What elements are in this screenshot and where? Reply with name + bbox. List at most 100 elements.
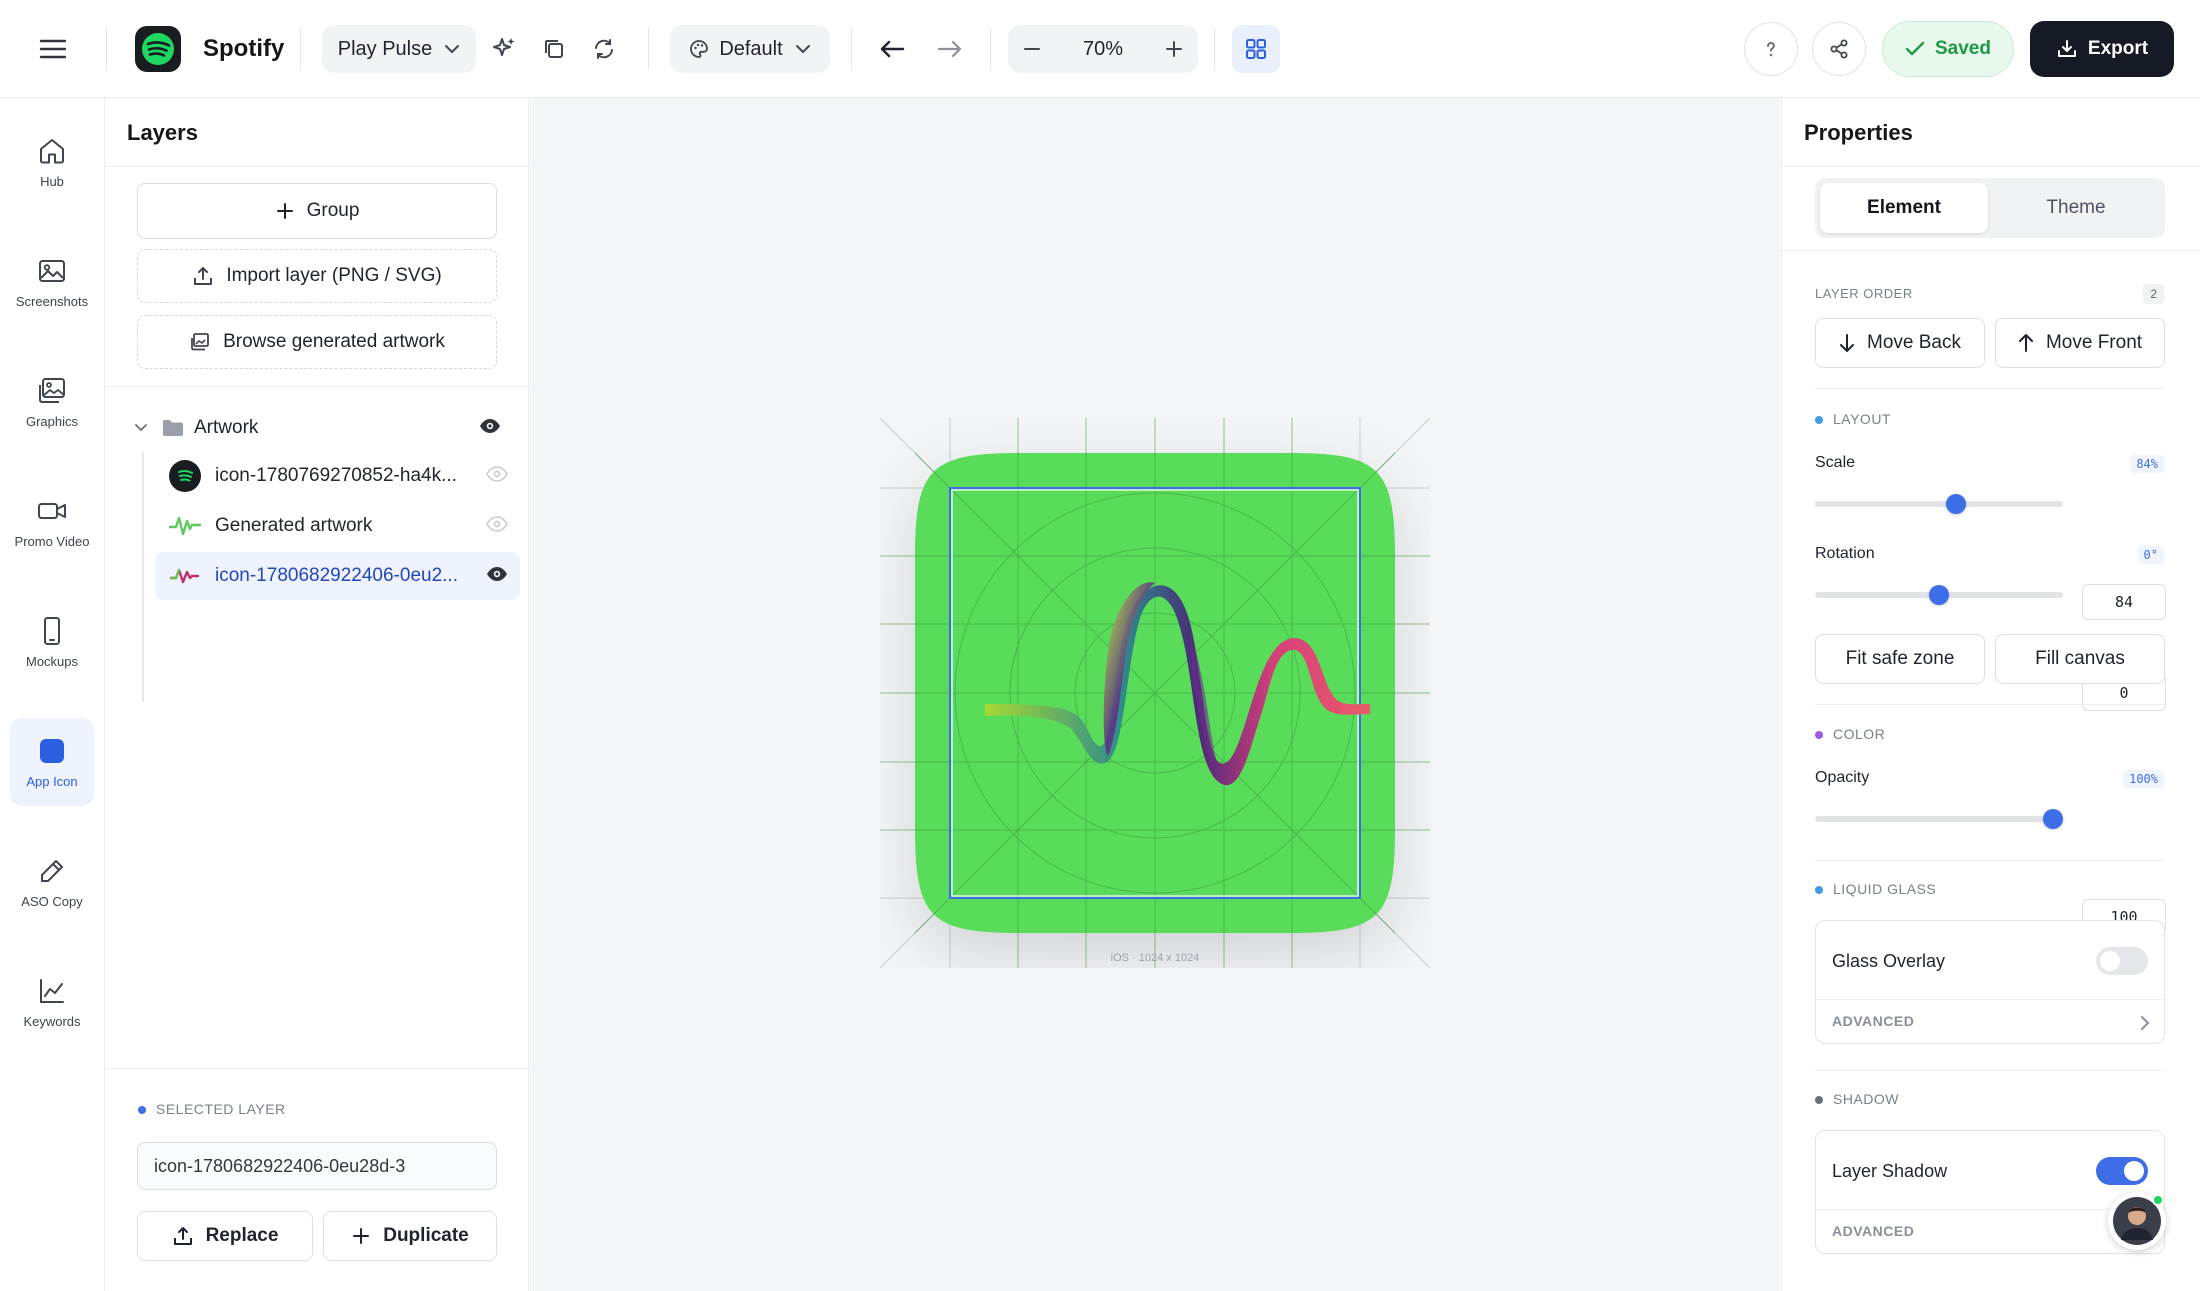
liquid-glass-label: LIQUID GLASS [1833,881,1937,897]
layer-row-selected[interactable]: icon-1780682922406-0eu2... [155,552,520,600]
glass-overlay-toggle[interactable] [2096,947,2148,975]
toggle-knob [2124,1161,2144,1181]
canvas-caption: iOS · 1024 x 1024 [1111,952,1200,964]
rotation-label: Rotation [1815,545,1875,562]
nav-label: Promo Video [14,533,90,549]
check-icon [1905,41,1925,57]
export-label: Export [2087,38,2149,59]
eye-hidden-icon[interactable] [486,516,508,532]
scale-label: Scale [1815,454,1856,471]
import-layer-button[interactable]: Import layer (PNG / SVG) [137,249,497,303]
advanced-label[interactable]: ADVANCED [1832,1013,1914,1029]
eye-icon[interactable] [486,566,508,582]
move-front-label: Move Front [2045,332,2143,353]
properties-title: Properties [1804,120,1913,145]
project-select[interactable]: Play Pulse [322,25,476,73]
layer-row[interactable]: icon-1780769270852-ha4k... [155,452,520,500]
icon-guides [880,418,1430,968]
redo-arrow-icon[interactable] [924,23,976,75]
layer-name: icon-1780769270852-ha4k... [215,465,457,486]
nav-app-icon[interactable]: App Icon [10,718,94,806]
advanced-label[interactable]: ADVANCED [1832,1223,1914,1239]
support-avatar[interactable] [2108,1192,2166,1250]
add-group-button[interactable]: Group [137,183,497,239]
slider-knob[interactable] [1929,585,1949,605]
folder-icon [162,419,184,437]
nav-hub[interactable]: Hub [10,118,94,206]
app-icon-preview[interactable]: iOS · 1024 x 1024 [880,418,1430,968]
divider [1815,704,2165,705]
selected-layer-heading: SELECTED LAYER [138,1101,286,1119]
properties-tabs: Element Theme [1815,178,2165,238]
grid-view-icon[interactable] [1232,25,1280,73]
nav-screenshots[interactable]: Screenshots [10,238,94,326]
export-button[interactable]: Export [2030,21,2174,77]
selected-layer-label: SELECTED LAYER [156,1101,286,1117]
fill-canvas-button[interactable]: Fill canvas [1995,634,2165,684]
tab-theme[interactable]: Theme [1992,183,2160,233]
theme-select[interactable]: Default [670,25,830,73]
duplicate-label: Duplicate [383,1225,469,1246]
nav-aso-copy[interactable]: ASO Copy [10,838,94,926]
copy-icon[interactable] [528,23,580,75]
scale-slider[interactable] [1815,494,2063,514]
eye-icon[interactable] [479,418,501,434]
group-row-artwork[interactable]: Artwork [134,414,258,442]
eye-hidden-icon[interactable] [486,466,508,482]
spotify-thumb-icon [169,460,201,492]
tree-line [142,452,144,702]
nav-graphics[interactable]: Graphics [10,358,94,446]
canvas-area: iOS · 1024 x 1024 [530,98,1780,1291]
chevron-down-icon [134,423,148,433]
divider [300,28,301,70]
plus-icon [351,1226,371,1246]
zoom-in-icon[interactable] [1164,39,1184,59]
selected-layer-field[interactable]: icon-1780682922406-0eu28d-3 [137,1142,497,1190]
plus-icon [275,201,295,221]
glass-overlay-card: Glass Overlay ADVANCED [1815,920,2165,1044]
gallery-icon [189,331,211,353]
fit-safe-zone-button[interactable]: Fit safe zone [1815,634,1985,684]
chevron-right-icon[interactable] [2140,1015,2150,1031]
divider [1815,388,2165,389]
layer-name: Generated artwork [215,515,373,536]
opacity-label: Opacity [1815,769,1870,786]
opacity-badge: 100% [2123,770,2164,788]
rotation-slider[interactable] [1815,585,2063,605]
menu-icon[interactable] [27,23,79,75]
arrow-down-icon [1839,333,1855,353]
share-icon[interactable] [1812,22,1866,76]
move-front-button[interactable]: Move Front [1995,318,2165,368]
tab-element[interactable]: Element [1820,183,1988,233]
palette-icon [689,39,709,59]
duplicate-button[interactable]: Duplicate [323,1211,497,1261]
layer-shadow-toggle[interactable] [2096,1157,2148,1185]
move-back-button[interactable]: Move Back [1815,318,1985,368]
wave-ribbon-thumb-icon [169,560,201,592]
phone-icon [37,616,67,646]
undo-arrow-icon[interactable] [866,23,918,75]
slider-knob[interactable] [2043,809,2064,829]
scale-input[interactable]: 84 [2082,584,2166,620]
refresh-icon[interactable] [578,23,630,75]
layer-shadow-label: Layer Shadow [1832,1161,1948,1181]
divider [648,28,649,70]
help-icon[interactable] [1744,22,1798,76]
upload-icon [192,265,214,287]
image-icon [37,256,67,286]
layer-row[interactable]: Generated artwork [155,502,520,550]
saved-status[interactable]: Saved [1882,21,2014,77]
nav-keywords[interactable]: Keywords [10,958,94,1046]
replace-label: Replace [205,1225,279,1246]
slider-knob[interactable] [1946,494,1967,514]
layers-panel: Layers Group Import layer (PNG / SVG) Br… [106,98,529,1291]
opacity-slider[interactable] [1815,809,2064,829]
sparkle-icon[interactable] [478,23,530,75]
replace-button[interactable]: Replace [137,1211,313,1261]
divider [1782,250,2200,251]
nav-promo-video[interactable]: Promo Video [10,478,94,566]
zoom-out-icon[interactable] [1022,39,1042,59]
import-label: Import layer (PNG / SVG) [226,265,442,286]
browse-artwork-button[interactable]: Browse generated artwork [137,315,497,369]
nav-mockups[interactable]: Mockups [10,598,94,686]
